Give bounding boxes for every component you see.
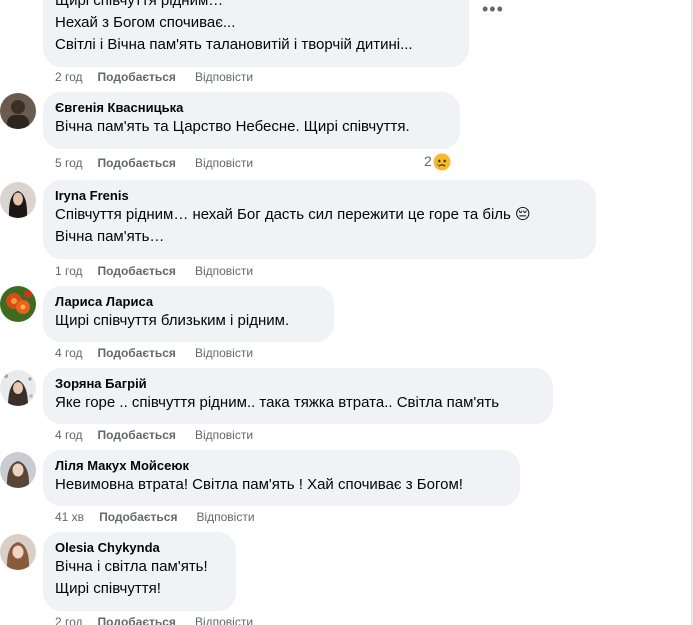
- comment-actions: 2 год Подобається Відповісти: [55, 69, 253, 85]
- comment-bubble: Olesia Chykynda Вічна і світла пам'ять! …: [43, 532, 236, 611]
- reply-button[interactable]: Відповісти: [195, 614, 253, 625]
- comment-author[interactable]: Ліля Макух Мойсеюк: [55, 457, 508, 474]
- comment-text-line: Вічна пам'ять та Царство Небесне. Щирі с…: [55, 118, 410, 135]
- comment-bubble: Зоряна Багрій Яке горе .. співчуття рідн…: [43, 368, 553, 424]
- sad-reaction-icon: [433, 153, 451, 171]
- comment-actions: 4 год Подобається Відповісти: [55, 345, 253, 361]
- comment-text-line: Щирі співчуття рідним…: [55, 0, 224, 9]
- comment-author[interactable]: Iryna Frenis: [55, 187, 584, 204]
- reaction-summary[interactable]: 2: [424, 151, 451, 171]
- comment-time[interactable]: 2 год: [55, 69, 83, 85]
- comment-text-line: Щирі співчуття!: [55, 580, 161, 597]
- comment-text-line: Невимовна втрата! Світла пам'ять ! Хай с…: [55, 476, 463, 493]
- avatar[interactable]: [0, 93, 36, 129]
- reply-button[interactable]: Відповісти: [195, 263, 253, 279]
- comment-author[interactable]: Євгенія Квасницька: [55, 99, 448, 116]
- like-button[interactable]: Подобається: [98, 427, 176, 443]
- comment-text-line: Яке горе .. співчуття рідним.. така тяжк…: [55, 394, 500, 411]
- comment-time[interactable]: 4 год: [55, 427, 83, 443]
- reaction-count: 2: [424, 153, 432, 169]
- reply-button[interactable]: Відповісти: [195, 155, 253, 171]
- comment-bubble: Євгенія Квасницька Вічна пам'ять та Царс…: [43, 92, 460, 149]
- comment-author[interactable]: Olesia Chykynda: [55, 539, 224, 556]
- comment-text-line: Нехай з Богом спочиває...: [55, 14, 236, 31]
- comment-actions: 4 год Подобається Відповісти: [55, 427, 253, 443]
- comment-actions: 1 год Подобається Відповісти: [55, 263, 253, 279]
- comment-bubble: Щирі співчуття рідним… Нехай з Богом спо…: [43, 0, 469, 67]
- comment-actions: 2 год Подобається Відповісти: [55, 614, 253, 625]
- comment-time[interactable]: 2 год: [55, 614, 83, 625]
- avatar[interactable]: [0, 286, 36, 322]
- comment-text-line: Світлі і Вічна пам'ять талановитій і тво…: [55, 36, 413, 53]
- like-button[interactable]: Подобається: [98, 263, 176, 279]
- comment-time[interactable]: 41 хв: [55, 509, 84, 525]
- comment-bubble: Ліля Макух Мойсеюк Невимовна втрата! Сві…: [43, 450, 520, 506]
- like-button[interactable]: Подобається: [98, 614, 176, 625]
- comments-viewport: Щирі співчуття рідним… Нехай з Богом спо…: [0, 0, 693, 625]
- comment-author[interactable]: Зоряна Багрій: [55, 375, 541, 392]
- comment-text-line: Щирі співчуття близьким і рідним.: [55, 312, 290, 329]
- reply-button[interactable]: Відповісти: [195, 345, 253, 361]
- comment-text-line: Вічна і світла пам'ять!: [55, 558, 208, 575]
- avatar[interactable]: [0, 182, 36, 218]
- avatar[interactable]: [0, 534, 36, 570]
- avatar[interactable]: [0, 452, 36, 488]
- comment-actions: 41 хв Подобається Відповісти: [55, 509, 255, 525]
- comment-bubble: Iryna Frenis Співчуття рідним… нехай Бог…: [43, 180, 596, 259]
- avatar[interactable]: [0, 370, 36, 406]
- comment-actions: 5 год Подобається Відповісти: [55, 155, 253, 171]
- comment-author[interactable]: Лариса Лариса: [55, 293, 322, 310]
- reply-button[interactable]: Відповісти: [195, 69, 253, 85]
- reply-button[interactable]: Відповісти: [195, 427, 253, 443]
- comment-time[interactable]: 4 год: [55, 345, 83, 361]
- more-options-icon[interactable]: •••: [482, 0, 504, 18]
- like-button[interactable]: Подобається: [98, 345, 176, 361]
- like-button[interactable]: Подобається: [99, 509, 177, 525]
- comment-text-line: Вічна пам'ять…: [55, 228, 165, 245]
- comment-text-line: Співчуття рідним… нехай Бог дасть сил пе…: [55, 206, 531, 223]
- comment-time[interactable]: 5 год: [55, 155, 83, 171]
- reply-button[interactable]: Відповісти: [196, 509, 254, 525]
- like-button[interactable]: Подобається: [98, 155, 176, 171]
- like-button[interactable]: Подобається: [98, 69, 176, 85]
- comment-time[interactable]: 1 год: [55, 263, 83, 279]
- comment-bubble: Лариса Лариса Щирі співчуття близьким і …: [43, 286, 334, 342]
